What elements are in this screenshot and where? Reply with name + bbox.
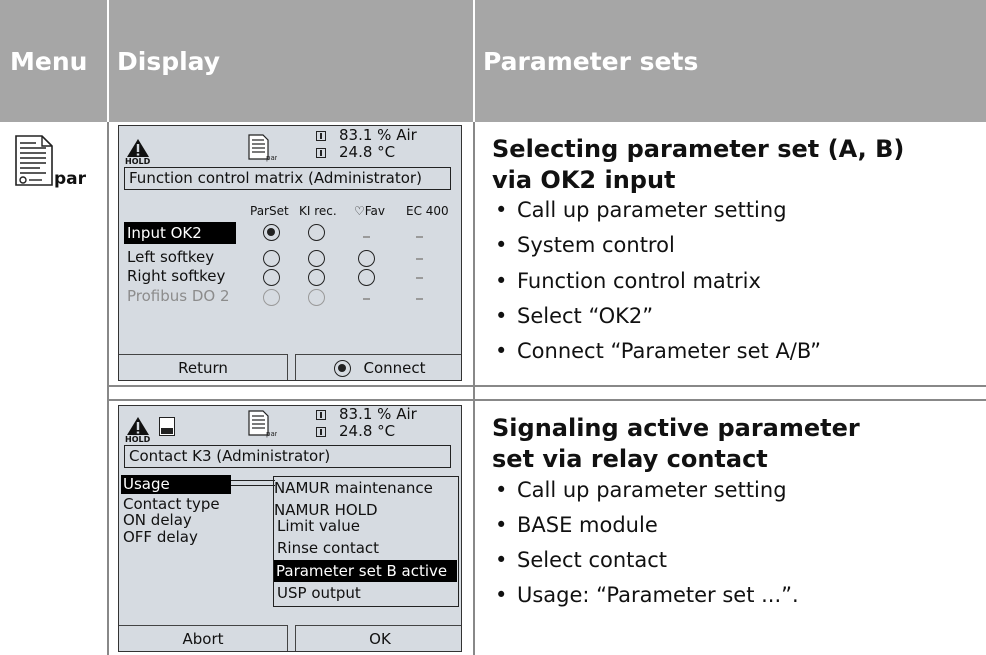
- radio-option[interactable]: [308, 269, 325, 286]
- abort-label: Abort: [182, 630, 224, 648]
- section-2-bullet: Call up parameter setting: [495, 476, 787, 504]
- connect-label: Connect: [363, 359, 426, 377]
- divider: [473, 122, 475, 655]
- not-available-dash: [363, 298, 370, 300]
- not-available-dash: [416, 236, 423, 238]
- row-label-left-softkey[interactable]: Left softkey: [127, 249, 214, 266]
- device-screen-contact-k3: HOLD par 83.1 % Air 24.8 °C Contact K3 (…: [118, 405, 462, 652]
- parameter-document-icon: par: [247, 134, 278, 162]
- section-1-bullet: Select “OK2”: [495, 302, 653, 330]
- divider: [107, 385, 986, 387]
- return-label: Return: [178, 359, 228, 377]
- section-1-heading-line-2: via OK2 input: [492, 166, 676, 194]
- channel-indicator: [316, 131, 326, 141]
- hold-label: HOLD: [125, 435, 151, 444]
- radio-selected[interactable]: [263, 224, 280, 241]
- option-namur-maintenance[interactable]: NAMUR maintenance: [274, 480, 433, 497]
- channel-indicator: [316, 410, 326, 420]
- option-parameter-set-b-active[interactable]: Parameter set B active: [274, 560, 457, 582]
- parameter-document-icon: par: [12, 133, 87, 193]
- svg-text:par: par: [266, 154, 277, 162]
- section-2-heading-line-2: set via relay contact: [492, 445, 768, 473]
- measured-value-2: 24.8 °C: [339, 143, 396, 161]
- abort-softkey[interactable]: Abort: [119, 625, 288, 651]
- radio-disabled: [263, 289, 280, 306]
- not-available-dash: [416, 277, 423, 279]
- not-available-dash: [416, 258, 423, 260]
- column-header-parset: ParSet: [250, 204, 289, 218]
- column-header-fav: ♡Fav: [354, 204, 386, 218]
- hold-label: HOLD: [125, 157, 151, 166]
- row-label-profibus: Profibus DO 2: [127, 287, 230, 305]
- column-header-ki-rec: KI rec.: [299, 204, 337, 218]
- radio-selected-icon: [334, 359, 352, 377]
- header-display-label: Display: [117, 46, 221, 76]
- section-2-bullet: BASE module: [495, 511, 658, 539]
- not-available-dash: [416, 298, 423, 300]
- memory-card-icon: [159, 417, 175, 436]
- option-usp-output[interactable]: USP output: [277, 585, 361, 602]
- section-1-bullet: System control: [495, 231, 675, 259]
- section-2-bullet: Usage: “Parameter set ...”.: [495, 581, 799, 609]
- svg-text:par: par: [266, 430, 277, 438]
- screen-title: Contact K3 (Administrator): [129, 447, 331, 465]
- radio-option[interactable]: [358, 269, 375, 286]
- ok-softkey[interactable]: OK: [295, 625, 461, 651]
- not-available-dash: [363, 236, 370, 238]
- divider: [107, 122, 109, 655]
- radio-option[interactable]: [263, 269, 280, 286]
- measured-value-1: 83.1 % Air: [339, 405, 417, 423]
- measured-value-2: 24.8 °C: [339, 422, 396, 440]
- header-display: Display: [109, 0, 473, 122]
- parameter-document-icon: par: [247, 410, 278, 438]
- radio-option[interactable]: [308, 250, 325, 267]
- header-menu-label: Menu: [10, 46, 88, 76]
- measured-value-1: 83.1 % Air: [339, 126, 417, 144]
- section-2-bullet: Select contact: [495, 546, 667, 574]
- section-1-heading-line-1: Selecting parameter set (A, B): [492, 135, 905, 163]
- header-params-label: Parameter sets: [483, 46, 699, 76]
- ok-label: OK: [369, 630, 391, 648]
- channel-indicator: [316, 427, 326, 437]
- field-usage[interactable]: Usage: [121, 475, 231, 494]
- row-label-right-softkey[interactable]: Right softkey: [127, 268, 225, 285]
- section-1-bullet: Function control matrix: [495, 267, 761, 295]
- radio-disabled: [308, 289, 325, 306]
- menu-icon-label: par: [54, 169, 87, 189]
- return-softkey[interactable]: Return: [119, 354, 288, 380]
- row-label-input-ok2[interactable]: Input OK2: [124, 222, 236, 244]
- connect-softkey[interactable]: Connect: [295, 354, 461, 380]
- field-off-delay[interactable]: OFF delay: [123, 529, 198, 546]
- column-header-ec400: EC 400: [406, 204, 449, 218]
- section-1-bullet: Call up parameter setting: [495, 196, 787, 224]
- connector-line: [231, 480, 275, 486]
- option-rinse-contact[interactable]: Rinse contact: [277, 540, 379, 557]
- screen-title: Function control matrix (Administrator): [129, 169, 422, 187]
- radio-option[interactable]: [263, 250, 280, 267]
- divider: [107, 399, 986, 401]
- option-limit-value[interactable]: Limit value: [277, 518, 360, 535]
- radio-option[interactable]: [308, 224, 325, 241]
- device-screen-function-control: HOLD par 83.1 % Air 24.8 °C Function con…: [118, 125, 462, 381]
- radio-option[interactable]: [358, 250, 375, 267]
- section-1-bullet: Connect “Parameter set A/B”: [495, 337, 821, 365]
- channel-indicator: [316, 148, 326, 158]
- section-2-heading-line-1: Signaling active parameter: [492, 414, 860, 442]
- header-menu: Menu: [0, 0, 107, 122]
- header-parameter-sets: Parameter sets: [475, 0, 986, 122]
- field-on-delay[interactable]: ON delay: [123, 512, 192, 529]
